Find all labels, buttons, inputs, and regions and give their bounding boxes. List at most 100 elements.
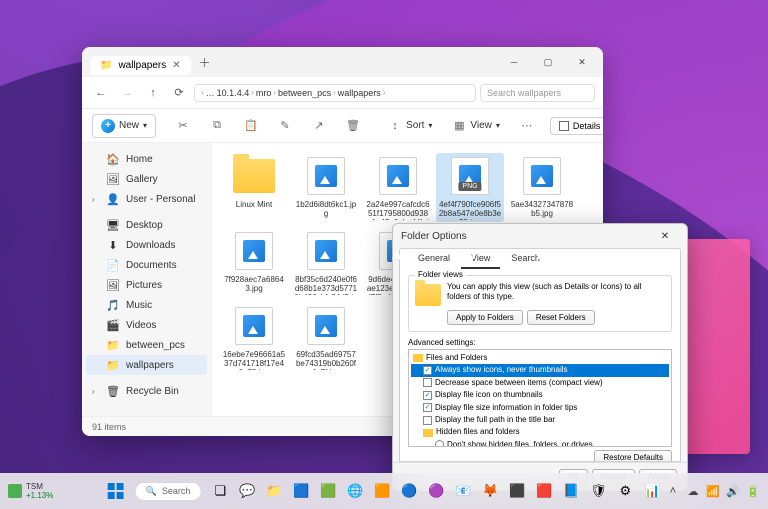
app-icon[interactable]: 🟩 bbox=[316, 479, 340, 503]
more-button[interactable]: ⋯ bbox=[512, 115, 542, 137]
dialog-titlebar: Folder Options ✕ bbox=[393, 224, 687, 248]
app-icon[interactable]: 📧 bbox=[451, 479, 475, 503]
sidebar-item-home[interactable]: 🏠Home bbox=[86, 149, 207, 169]
sidebar-item-recycle[interactable]: ›🗑Recycle Bin bbox=[86, 381, 207, 401]
file-item[interactable]: 8bf35c6d240e0f6d68b1e373d57710b496cbfc84… bbox=[292, 228, 360, 297]
share-button[interactable]: ↗ bbox=[304, 115, 334, 137]
tab-general[interactable]: General bbox=[408, 249, 460, 269]
restore-defaults-button[interactable]: Restore Defaults bbox=[594, 450, 672, 461]
breadcrumb[interactable]: › … 10.1.4.4› mro› between_pcs› wallpape… bbox=[194, 84, 476, 102]
view-button[interactable]: ▦View▾ bbox=[444, 115, 508, 137]
chevron-right-icon: › bbox=[201, 88, 204, 97]
minimize-button[interactable]: ─ bbox=[497, 47, 531, 77]
paste-button[interactable]: 📋 bbox=[236, 115, 266, 137]
onedrive-icon[interactable]: ☁ bbox=[686, 484, 700, 498]
close-button[interactable]: ✕ bbox=[565, 47, 599, 77]
close-tab-icon[interactable]: ✕ bbox=[172, 60, 180, 71]
app-icon[interactable]: 🛡 bbox=[586, 479, 610, 503]
dialog-close-button[interactable]: ✕ bbox=[651, 226, 679, 246]
start-button[interactable] bbox=[104, 479, 128, 503]
volume-icon[interactable]: 🔊 bbox=[726, 484, 740, 498]
file-item[interactable]: PNG4ef4f790fce906f52b8a547e0e8b3e59.jpg bbox=[436, 153, 504, 222]
advanced-settings-label: Advanced settings: bbox=[408, 338, 672, 347]
chevron-up-icon[interactable]: ˄ bbox=[666, 484, 680, 498]
app-icon[interactable]: 📁 bbox=[262, 479, 286, 503]
app-icon[interactable]: 📊 bbox=[640, 479, 664, 503]
sidebar-item-documents[interactable]: 📄Documents bbox=[86, 255, 207, 275]
forward-button[interactable]: → bbox=[116, 82, 138, 104]
cut-button[interactable]: ✂ bbox=[168, 115, 198, 137]
system-tray[interactable]: ˄ ☁ 📶 🔊 🔋 bbox=[666, 484, 760, 498]
tree-item[interactable]: ✓Always show icons, never thumbnails bbox=[411, 364, 669, 376]
document-icon: 📄 bbox=[106, 258, 120, 272]
folder-options-dialog: Folder Options ✕ General View Search Fol… bbox=[392, 223, 688, 491]
file-item[interactable]: 16ebe7e96661a537d741718f17e40a78.jpg bbox=[220, 303, 288, 372]
search-input[interactable]: Search wallpapers bbox=[480, 84, 595, 102]
stock-icon bbox=[8, 484, 22, 498]
apply-to-folders-button[interactable]: Apply to Folders bbox=[447, 310, 523, 325]
refresh-button[interactable]: ⟳ bbox=[168, 82, 190, 104]
tree-item[interactable]: Display the full path in the title bar bbox=[411, 414, 669, 426]
sidebar-item-videos[interactable]: 🎬Videos bbox=[86, 315, 207, 335]
reset-folders-button[interactable]: Reset Folders bbox=[527, 310, 595, 325]
cut-icon: ✂ bbox=[176, 119, 190, 133]
delete-button[interactable]: 🗑 bbox=[338, 115, 368, 137]
up-button[interactable]: ↑ bbox=[142, 82, 164, 104]
window-tab[interactable]: 📁 wallpapers ✕ bbox=[90, 56, 191, 75]
app-icon[interactable]: 🌐 bbox=[343, 479, 367, 503]
rename-button[interactable]: ✎ bbox=[270, 115, 300, 137]
sidebar: 🏠Home 🖼Gallery ›👤User - Personal 🖥Deskto… bbox=[82, 143, 212, 416]
new-button[interactable]: +New▾ bbox=[92, 114, 156, 138]
rename-icon: ✎ bbox=[278, 119, 292, 133]
sidebar-item-pictures[interactable]: 🖼Pictures bbox=[86, 275, 207, 295]
app-icon[interactable]: 🔵 bbox=[397, 479, 421, 503]
maximize-button[interactable]: ▢ bbox=[531, 47, 565, 77]
app-icon[interactable]: ⬛ bbox=[505, 479, 529, 503]
app-icon[interactable]: 🟦 bbox=[289, 479, 313, 503]
app-icon[interactable]: ⚙ bbox=[613, 479, 637, 503]
app-icon[interactable]: 🦊 bbox=[478, 479, 502, 503]
sidebar-item-wallpapers[interactable]: 📁wallpapers bbox=[86, 355, 207, 375]
details-pane-button[interactable]: Details bbox=[550, 117, 603, 135]
search-icon: 🔍 bbox=[146, 486, 157, 497]
details-icon bbox=[559, 121, 569, 131]
app-icon[interactable]: 🟣 bbox=[424, 479, 448, 503]
back-button[interactable]: ← bbox=[90, 82, 112, 104]
tree-item[interactable]: ✓Display file icon on thumbnails bbox=[411, 389, 669, 401]
file-item[interactable]: 5ae34327347878b5.jpg bbox=[508, 153, 576, 222]
tree-item[interactable]: Don't show hidden files, folders, or dri… bbox=[411, 439, 669, 447]
file-item[interactable]: Linux Mint bbox=[220, 153, 288, 222]
widgets-button[interactable]: TSM+1.13% bbox=[8, 482, 53, 500]
view-icon: ▦ bbox=[452, 119, 466, 133]
sidebar-item-between[interactable]: 📁between_pcs bbox=[86, 335, 207, 355]
file-item[interactable]: 2a24e997cafcdc651f1795800d938a1e47e0ebe4… bbox=[364, 153, 432, 222]
task-view-button[interactable]: ❏ bbox=[208, 479, 232, 503]
tree-item[interactable]: Hidden files and folders bbox=[411, 426, 669, 438]
advanced-settings-tree[interactable]: Files and Folders✓Always show icons, nev… bbox=[408, 349, 672, 447]
copy-button[interactable]: ⧉ bbox=[202, 115, 232, 137]
wifi-icon[interactable]: 📶 bbox=[706, 484, 720, 498]
battery-icon[interactable]: 🔋 bbox=[746, 484, 760, 498]
folder-icon: 📁 bbox=[106, 358, 120, 372]
sort-button[interactable]: ↕Sort▾ bbox=[380, 115, 440, 137]
taskbar-search[interactable]: 🔍Search bbox=[135, 482, 202, 501]
app-icon[interactable]: 🟧 bbox=[370, 479, 394, 503]
tab-title: wallpapers bbox=[118, 60, 166, 71]
file-item[interactable]: 1b2d6i8dt6kc1.jpg bbox=[292, 153, 360, 222]
sidebar-item-music[interactable]: 🎵Music bbox=[86, 295, 207, 315]
tree-item[interactable]: ✓Display file size information in folder… bbox=[411, 402, 669, 414]
folder-icon: 📁 bbox=[106, 338, 120, 352]
new-tab-button[interactable]: ＋ bbox=[199, 54, 211, 71]
sidebar-item-user[interactable]: ›👤User - Personal bbox=[86, 189, 207, 209]
sidebar-item-desktop[interactable]: 🖥Desktop bbox=[86, 215, 207, 235]
tree-item[interactable]: Decrease space between items (compact vi… bbox=[411, 377, 669, 389]
app-icon[interactable]: 📘 bbox=[559, 479, 583, 503]
file-item[interactable]: 7f928aec7a68643.jpg bbox=[220, 228, 288, 297]
app-icon[interactable]: 🟥 bbox=[532, 479, 556, 503]
sidebar-item-downloads[interactable]: ⬇Downloads bbox=[86, 235, 207, 255]
sidebar-item-gallery[interactable]: 🖼Gallery bbox=[86, 169, 207, 189]
address-bar: ← → ↑ ⟳ › … 10.1.4.4› mro› between_pcs› … bbox=[82, 77, 603, 109]
app-icon[interactable]: 💬 bbox=[235, 479, 259, 503]
file-item[interactable]: 69fcd35ad69757be74319b0b260f4e7f.jpg bbox=[292, 303, 360, 372]
music-icon: 🎵 bbox=[106, 298, 120, 312]
